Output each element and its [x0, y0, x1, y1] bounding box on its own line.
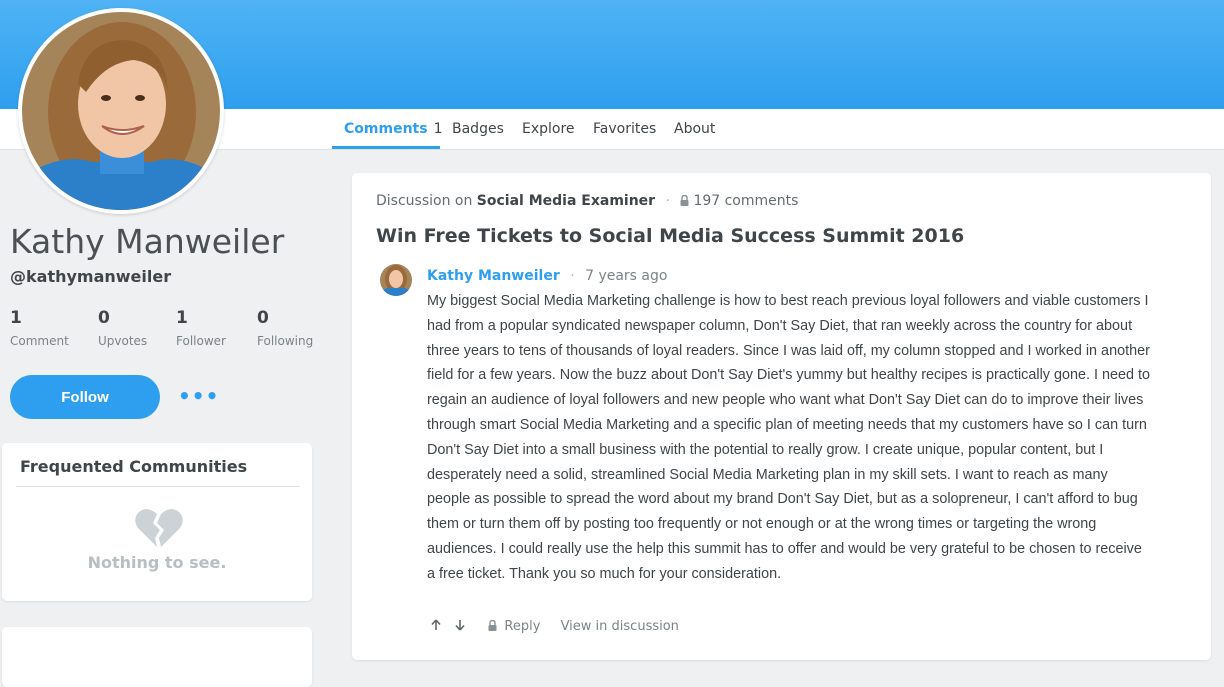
frequented-communities-card: Frequented Communities Nothing to see.: [2, 443, 312, 601]
stat-following-label: Following: [257, 334, 314, 348]
stat-comments[interactable]: 1 Comment: [10, 308, 69, 348]
meta-separator-dot: ·: [570, 268, 575, 284]
arrow-down-icon[interactable]: [454, 619, 470, 634]
profile-name: Kathy Manweiler: [10, 222, 285, 261]
comment-meta: Kathy Manweiler · 7 years ago: [427, 268, 667, 284]
arrow-up-icon[interactable]: [430, 619, 446, 634]
tab-comments-label: Comments: [344, 121, 428, 137]
comment-author-link[interactable]: Kathy Manweiler: [427, 268, 560, 284]
discussion-title[interactable]: Win Free Tickets to Social Media Success…: [376, 225, 964, 247]
tab-favorites[interactable]: Favorites: [593, 109, 656, 149]
sidebar-card: [2, 627, 312, 687]
tab-about[interactable]: About: [674, 109, 715, 149]
more-options-button[interactable]: •••: [178, 386, 219, 406]
stat-comments-label: Comment: [10, 334, 69, 348]
view-in-discussion-link[interactable]: View in discussion: [561, 619, 679, 634]
communities-title: Frequented Communities: [20, 457, 248, 476]
stat-followers-value: 1: [176, 308, 188, 328]
comment-avatar[interactable]: [380, 264, 412, 296]
tab-explore[interactable]: Explore: [522, 109, 575, 149]
profile-handle: @kathymanweiler: [10, 267, 172, 286]
comment-card: Discussion on Social Media Examiner · 19…: [352, 173, 1211, 660]
stat-upvotes-label: Upvotes: [98, 334, 148, 348]
stat-upvotes: 0 Upvotes: [98, 308, 147, 348]
avatar[interactable]: [22, 12, 220, 210]
comment-timestamp[interactable]: 7 years ago: [585, 268, 667, 284]
reply-button[interactable]: Reply: [504, 619, 540, 634]
separator-dot: ·: [665, 193, 670, 209]
tab-comments[interactable]: Comments 1: [344, 109, 442, 149]
stat-upvotes-value: 0: [98, 308, 110, 328]
comment-count[interactable]: 197 comments: [693, 193, 798, 209]
reply-lock-icon: [488, 619, 501, 634]
tab-comments-count: 1: [433, 121, 443, 137]
discussion-line: Discussion on Social Media Examiner · 19…: [376, 193, 798, 210]
follow-button[interactable]: Follow: [10, 375, 160, 419]
stat-followers[interactable]: 1 Follower: [176, 308, 226, 348]
stat-following[interactable]: 0 Following: [257, 308, 313, 348]
stat-following-value: 0: [257, 308, 269, 328]
communities-divider: [16, 486, 300, 487]
comment-body: My biggest Social Media Marketing challe…: [427, 293, 1150, 582]
stat-comments-value: 1: [10, 308, 22, 328]
active-tab-indicator: [332, 146, 440, 149]
forum-link[interactable]: Social Media Examiner: [477, 193, 655, 209]
tab-badges[interactable]: Badges: [452, 109, 504, 149]
discussion-prefix: Discussion on: [376, 193, 473, 209]
lock-icon: [680, 194, 689, 210]
stat-followers-label: Follower: [176, 334, 226, 348]
empty-state-text: Nothing to see.: [87, 553, 227, 572]
broken-heart-icon: [135, 507, 183, 553]
comment-actions: Reply View in discussion: [430, 619, 679, 634]
